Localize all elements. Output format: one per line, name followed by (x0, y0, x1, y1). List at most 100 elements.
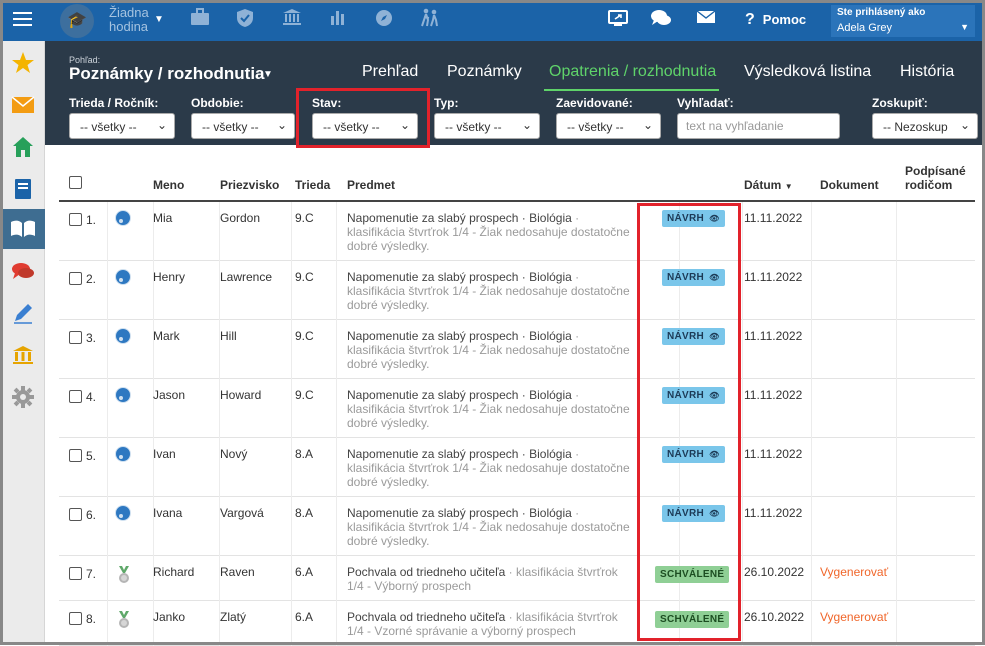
tab-measures-decisions[interactable]: Opatrenia / rozhodnutia (549, 63, 716, 81)
column-separator (291, 261, 292, 320)
view-selector[interactable]: Poznámky / rozhodnutia (69, 64, 265, 84)
row-checkbox[interactable] (69, 390, 82, 403)
status-badge[interactable]: SCHVÁLENÉ (655, 566, 730, 583)
column-separator (742, 379, 743, 438)
status-badge[interactable]: NÁVRH 👁 (662, 505, 725, 522)
bar-chart-icon[interactable] (327, 8, 349, 30)
tab-overview[interactable]: Prehľad (362, 63, 418, 81)
recorded-filter-select[interactable]: -- všetky -- ⌄ (556, 113, 661, 139)
compass-icon[interactable] (373, 8, 395, 30)
chat-bubbles-icon[interactable] (650, 9, 672, 31)
table-row[interactable]: 6. Ivana Vargová 8.A Napomenutie za slabý pr… (59, 497, 975, 556)
column-separator (811, 202, 812, 261)
lesson-selector[interactable]: Žiadna hodina (109, 6, 149, 34)
tab-notes[interactable]: Poznámky (447, 63, 522, 81)
col-header-class[interactable]: Trieda (295, 178, 330, 192)
institution-icon (12, 346, 33, 364)
sidebar-item-settings[interactable] (0, 377, 45, 417)
sidebar-item-class-book[interactable] (0, 169, 45, 209)
row-checkbox[interactable] (69, 567, 82, 580)
sidebar-item-edit[interactable] (0, 293, 45, 333)
shield-icon[interactable] (234, 8, 256, 30)
menu-button[interactable] (0, 0, 45, 41)
row-checkbox[interactable] (69, 449, 82, 462)
generate-document-link[interactable]: Vygenerovať (820, 565, 888, 579)
table-row[interactable]: 3. Mark Hill 9.C Napomenutie za slabý prospe… (59, 320, 975, 379)
envelope-icon[interactable] (695, 9, 717, 31)
sidebar-item-chat[interactable] (0, 251, 45, 291)
row-checkbox[interactable] (69, 272, 82, 285)
student-class: 8.A (295, 447, 314, 461)
institution-icon[interactable] (281, 8, 303, 30)
column-separator (896, 438, 897, 497)
status-badge[interactable]: NÁVRH 👁 (662, 210, 725, 227)
graduation-cap-icon[interactable]: 🎓 (60, 4, 94, 38)
subject-main: Napomenutie za slabý prospech · Biológia (347, 388, 572, 402)
status-badge[interactable]: NÁVRH 👁 (662, 328, 725, 345)
generate-document-link[interactable]: Vygenerovať (820, 610, 888, 624)
column-separator (107, 202, 108, 261)
column-separator (336, 556, 337, 601)
sort-desc-icon: ▼ (784, 182, 793, 191)
column-separator (291, 379, 292, 438)
column-separator (896, 497, 897, 556)
subject-detail-1: · klasifikácia štvrťrok (505, 565, 618, 579)
period-filter-select[interactable]: -- všetky -- ⌄ (191, 113, 295, 139)
group-filter-select[interactable]: -- Nezoskup ⌄ (872, 113, 978, 139)
chevron-down-icon: ⌄ (642, 118, 653, 132)
subject-main: Napomenutie za slabý prospech · Biológia (347, 447, 572, 461)
record-date: 26.10.2022 (744, 610, 805, 624)
select-all-checkbox[interactable] (69, 176, 82, 189)
table-row[interactable]: 1. Mia Gordon 9.C Napomenutie za slabý prosp… (59, 202, 975, 261)
search-input[interactable] (677, 113, 840, 139)
subject-detail-3: dobré výsledky. (347, 416, 430, 430)
col-header-document[interactable]: Dokument (820, 178, 879, 192)
student-class: 9.C (295, 211, 314, 225)
class-filter-select[interactable]: -- všetky -- ⌄ (69, 113, 175, 139)
students-icon[interactable] (419, 8, 441, 30)
status-badge[interactable]: NÁVRH 👁 (662, 446, 725, 463)
column-separator (811, 320, 812, 379)
group-filter-label: Zoskupiť: (872, 96, 928, 110)
row-checkbox[interactable] (69, 213, 82, 226)
col-header-subject[interactable]: Predmet (347, 178, 395, 192)
tab-history[interactable]: História (900, 63, 954, 81)
row-checkbox[interactable] (69, 508, 82, 521)
table-row[interactable]: 2. Henry Lawrence 9.C Napomenutie za slabý p… (59, 261, 975, 320)
row-checkbox[interactable] (69, 331, 82, 344)
col-header-name[interactable]: Meno (153, 178, 184, 192)
col-header-signed-line1: Podpísané (905, 164, 966, 178)
help-button[interactable]: ? Pomoc (745, 11, 806, 29)
student-class: 9.C (295, 270, 314, 284)
status-badge[interactable]: NÁVRH 👁 (662, 269, 725, 286)
type-filter-select[interactable]: -- všetky -- ⌄ (434, 113, 540, 139)
chevron-down-icon[interactable]: ▼ (263, 69, 273, 80)
status-badge[interactable]: NÁVRH 👁 (662, 387, 725, 404)
column-separator (896, 202, 897, 261)
sidebar-item-messages[interactable] (0, 85, 45, 125)
sidebar-item-notes[interactable] (0, 209, 45, 249)
chevron-down-icon[interactable]: ▼ (154, 14, 164, 25)
status-badge[interactable]: SCHVÁLENÉ (655, 611, 730, 628)
table-row[interactable]: 7. Richard Raven 6.A Pochvala od triedneho u… (59, 556, 975, 601)
col-header-signed[interactable]: Podpísané rodičom (905, 164, 966, 192)
column-separator (811, 261, 812, 320)
tab-results-list[interactable]: Výsledková listina (744, 63, 871, 81)
table-row[interactable]: 8. Janko Zlatý 6.A Pochvala od triedneho uči… (59, 601, 975, 646)
open-book-icon (10, 220, 35, 237)
student-class: 9.C (295, 329, 314, 343)
col-header-date[interactable]: Dátum ▼ (744, 178, 793, 192)
sidebar-item-favorites[interactable] (0, 43, 45, 83)
table-row[interactable]: 4. Jason Howard 9.C Napomenutie za slabý pro… (59, 379, 975, 438)
screen-share-icon[interactable] (607, 9, 629, 31)
table-row[interactable]: 5. Ivan Nový 8.A Napomenutie za slabý prospe… (59, 438, 975, 497)
col-header-surname[interactable]: Priezvisko (220, 178, 279, 192)
briefcase-icon[interactable] (189, 8, 211, 30)
sidebar-item-home[interactable] (0, 127, 45, 167)
sidebar-item-school[interactable] (0, 335, 45, 375)
row-checkbox[interactable] (69, 612, 82, 625)
top-bar: 🎓 Žiadna hodina ▼ ? Pomoc Ste prihlásený … (0, 0, 985, 41)
state-filter-select[interactable]: -- všetky -- ⌄ (312, 113, 418, 139)
user-menu[interactable]: Ste prihlásený ako Adela Grey ▼ (831, 5, 975, 37)
status-badge-label: NÁVRH (667, 331, 705, 342)
